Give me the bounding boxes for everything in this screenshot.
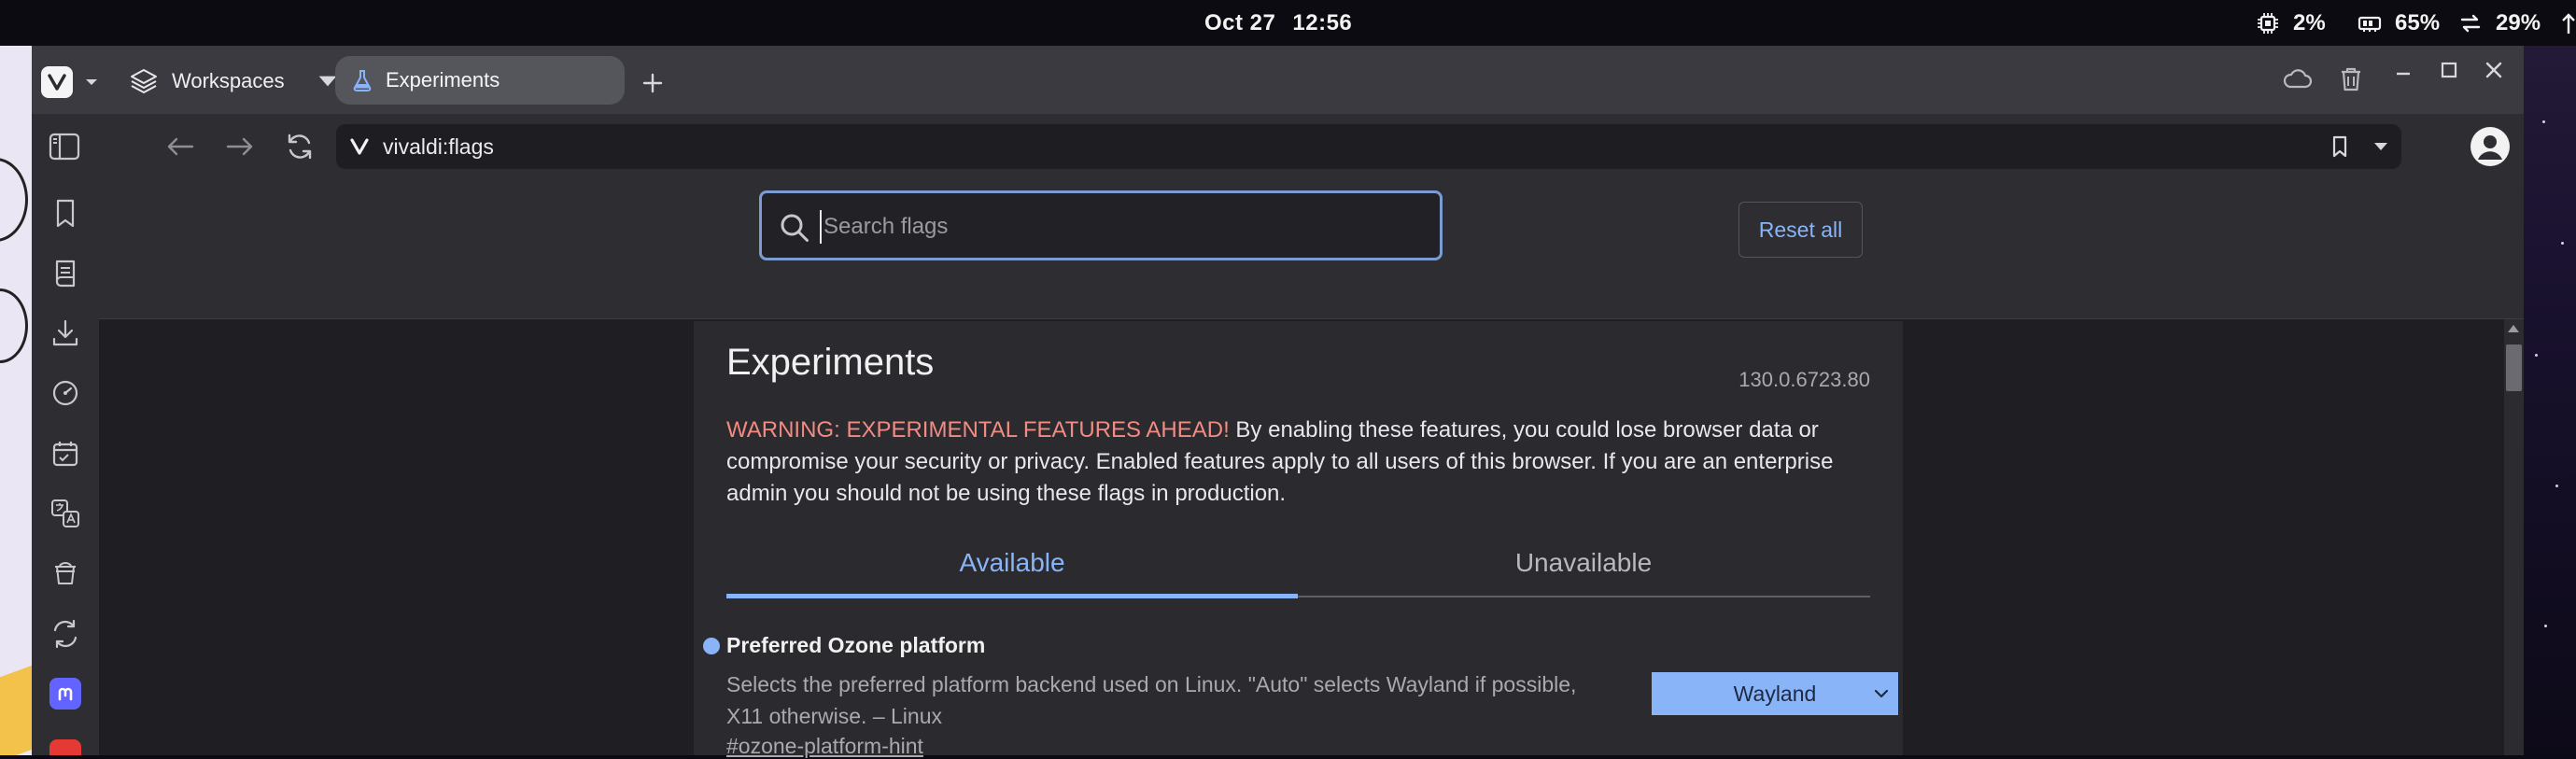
- close-icon: [2485, 62, 2502, 78]
- page-scrollbar[interactable]: [2504, 319, 2524, 755]
- flag-value-select[interactable]: Wayland: [1652, 672, 1898, 715]
- url-text: vivaldi:flags: [383, 134, 494, 159]
- chevron-down-icon[interactable]: [2370, 135, 2392, 158]
- title-bar: Workspaces Experiments: [32, 46, 2524, 114]
- chevron-down-icon[interactable]: [80, 71, 103, 93]
- mastodon-logo-icon: [58, 687, 73, 701]
- minimize-button[interactable]: [2387, 55, 2419, 92]
- forward-arrow-icon[interactable]: [222, 129, 258, 164]
- reset-all-button[interactable]: Reset all: [1738, 202, 1863, 258]
- availability-tabs: Available Unavailable: [726, 534, 1870, 598]
- flag-selected-value: Wayland: [1733, 681, 1817, 706]
- cloud-icon: [2283, 69, 2313, 89]
- search-flags-box[interactable]: [759, 190, 1443, 260]
- new-tab-button[interactable]: [634, 64, 671, 102]
- back-arrow-icon[interactable]: [162, 129, 198, 164]
- system-date: Oct 27: [1204, 10, 1276, 35]
- scroll-thumb[interactable]: [2506, 344, 2522, 391]
- network-indicator[interactable]: 29%: [2458, 10, 2541, 36]
- translate-panel-icon[interactable]: [48, 496, 83, 531]
- sync-panel-icon[interactable]: [48, 616, 83, 652]
- address-bar: vivaldi:flags: [32, 114, 2524, 179]
- trash-icon: [2342, 67, 2360, 91]
- notes-panel-icon[interactable]: [48, 256, 83, 291]
- memory-icon: [2358, 16, 2382, 32]
- system-time: 12:56: [1292, 10, 1353, 35]
- version-label: 130.0.6723.80: [1738, 368, 1870, 391]
- bookmark-icon[interactable]: [2327, 134, 2353, 160]
- vivaldi-site-icon: [350, 138, 369, 155]
- sync-button[interactable]: [2282, 61, 2314, 98]
- maximize-icon: [2441, 62, 2457, 78]
- flag-modified-dot: [703, 638, 720, 654]
- experiments-card: Experiments 130.0.6723.80 WARNING: EXPER…: [694, 321, 1903, 758]
- warning-text: WARNING: EXPERIMENTAL FEATURES AHEAD! By…: [726, 415, 1875, 510]
- flask-icon: [353, 70, 372, 91]
- profile-avatar-icon[interactable]: [2469, 125, 2512, 168]
- desktop-wallpaper-right: [2524, 46, 2576, 755]
- history-panel-icon[interactable]: [48, 375, 83, 411]
- page-title: Experiments: [726, 342, 935, 383]
- memory-value: 65%: [2395, 10, 2441, 35]
- maximize-button[interactable]: [2433, 51, 2465, 89]
- flags-search-header: Reset all: [99, 179, 2524, 319]
- workspaces-label: Workspaces: [172, 69, 285, 92]
- flag-description: Selects the preferred platform backend u…: [726, 672, 1577, 728]
- bookmarks-panel-icon[interactable]: [48, 195, 83, 231]
- tab-label: Experiments: [386, 68, 500, 91]
- downloads-panel-icon[interactable]: [48, 316, 83, 351]
- side-panel: [32, 179, 99, 755]
- search-icon: [781, 214, 809, 242]
- memory-indicator[interactable]: 65%: [2358, 10, 2440, 36]
- scroll-up-arrow-icon[interactable]: [2508, 325, 2519, 332]
- plus-icon: [642, 73, 663, 93]
- network-value: 29%: [2496, 10, 2541, 35]
- system-clock[interactable]: Oct 27 12:56: [1204, 10, 1352, 36]
- reading-list-panel-icon[interactable]: [48, 555, 83, 591]
- close-button[interactable]: [2478, 51, 2510, 89]
- browser-window: Workspaces Experiments vivaldi:flags Sea…: [32, 46, 2524, 758]
- cpu-value: 2%: [2293, 10, 2326, 35]
- layers-icon: [131, 69, 157, 93]
- page-content: Reset all Experiments 130.0.6723.80 WARN…: [99, 179, 2524, 758]
- tab-experiments[interactable]: Experiments: [335, 56, 625, 105]
- reload-icon[interactable]: [282, 129, 317, 164]
- arrow-up-icon: [2562, 13, 2575, 34]
- url-field[interactable]: vivaldi:flags: [336, 124, 2401, 169]
- calendar-panel-icon[interactable]: [48, 436, 83, 471]
- warning-heading: WARNING: EXPERIMENTAL FEATURES AHEAD!: [726, 417, 1230, 443]
- network-swap-icon: [2460, 14, 2481, 33]
- cpu-indicator[interactable]: 2%: [2256, 10, 2326, 36]
- active-tab-indicator: [726, 594, 1298, 598]
- mastodon-panel-icon[interactable]: [49, 678, 81, 710]
- system-top-bar: Oct 27 12:56 2% 65% 29%: [0, 0, 2576, 46]
- tab-available[interactable]: Available: [726, 548, 1298, 578]
- tab-unavailable[interactable]: Unavailable: [1298, 548, 1869, 578]
- chevron-down-icon: [1874, 689, 1889, 698]
- minimize-icon: [2397, 72, 2410, 76]
- vivaldi-menu-button[interactable]: [41, 66, 73, 98]
- desktop-wallpaper-left: [0, 46, 32, 755]
- flag-title: Preferred Ozone platform: [726, 633, 986, 657]
- trash-button[interactable]: [2335, 61, 2367, 98]
- cpu-icon: [2258, 13, 2278, 34]
- workspaces-button[interactable]: Workspaces: [129, 63, 343, 100]
- search-flags-input[interactable]: [820, 210, 1417, 244]
- vivaldi-logo-icon: [48, 74, 66, 91]
- panel-toggle-icon[interactable]: [47, 129, 82, 164]
- extra-panel-icon[interactable]: [49, 739, 81, 755]
